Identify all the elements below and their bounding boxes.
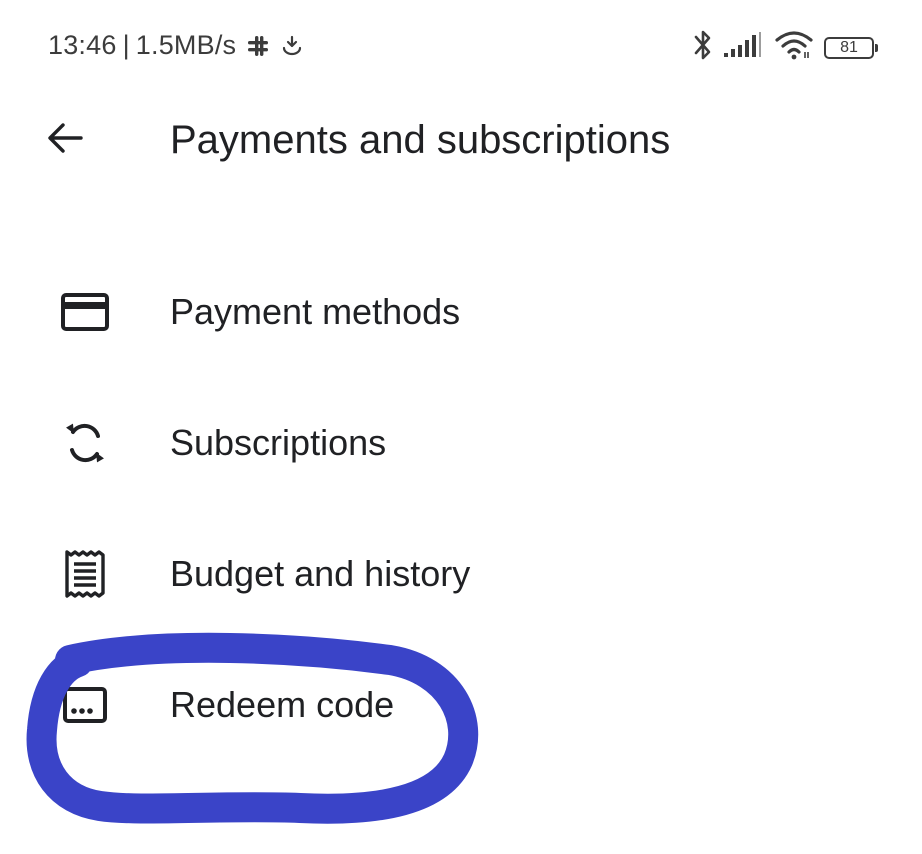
status-left: 13:46 | 1.5MB/s (48, 30, 304, 61)
sync-icon (58, 416, 112, 470)
app-bar: Payments and subscriptions (0, 95, 922, 185)
signal-icon (724, 32, 764, 63)
download-icon (280, 34, 304, 58)
arrow-back-icon (43, 116, 87, 165)
credit-card-icon (58, 285, 112, 339)
page-title: Payments and subscriptions (170, 118, 671, 162)
back-button[interactable] (40, 115, 90, 165)
menu-list: Payment methods Subscriptions Budget and… (0, 246, 922, 770)
redeem-card-icon (58, 678, 112, 732)
menu-item-payment-methods[interactable]: Payment methods (0, 246, 922, 377)
status-bar: 13:46 | 1.5MB/s 81 (0, 0, 922, 95)
menu-item-subscriptions[interactable]: Subscriptions (0, 377, 922, 508)
menu-item-redeem-code[interactable]: Redeem code (0, 639, 922, 770)
network-speed: 1.5MB/s (135, 30, 237, 60)
slack-icon (246, 34, 270, 58)
menu-item-label: Subscriptions (170, 421, 387, 463)
status-right: 81 (692, 28, 878, 67)
menu-item-label: Payment methods (170, 290, 461, 332)
wifi-icon (774, 30, 814, 65)
battery-icon: 81 (824, 36, 878, 59)
menu-item-budget-history[interactable]: Budget and history (0, 508, 922, 639)
battery-level: 81 (840, 38, 858, 56)
menu-item-label: Redeem code (170, 683, 395, 725)
menu-item-label: Budget and history (170, 552, 471, 594)
bluetooth-icon (692, 28, 714, 67)
status-time: 13:46 (48, 30, 117, 60)
receipt-icon (58, 547, 112, 601)
status-separator: | (122, 30, 130, 60)
